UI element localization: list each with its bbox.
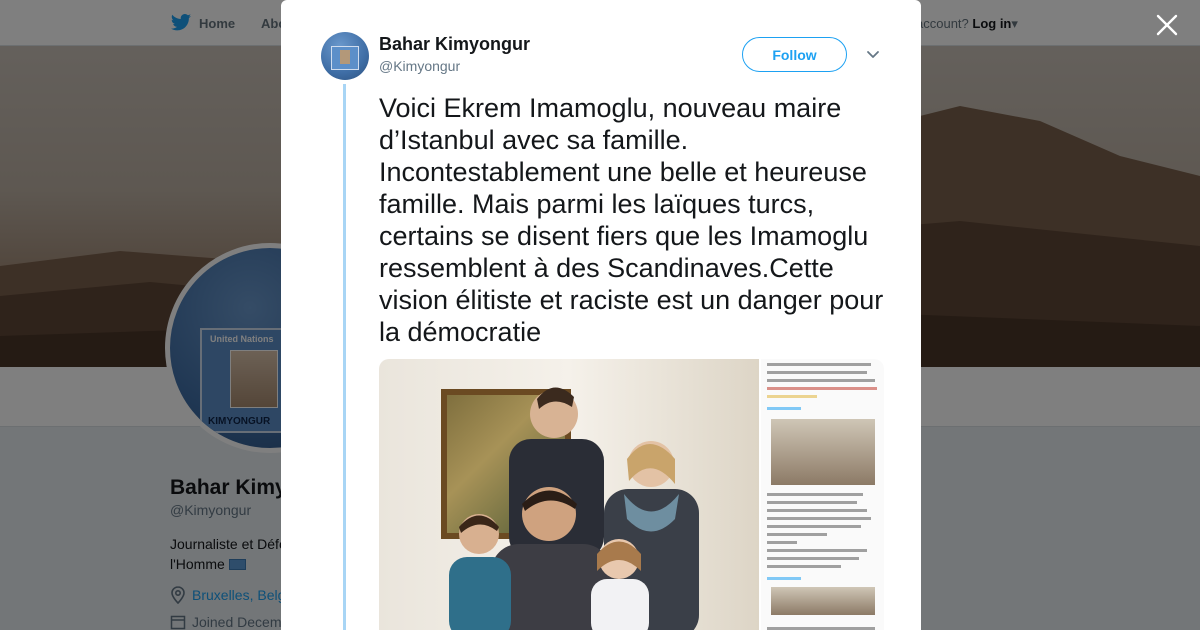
tweet-text: Voici Ekrem Imamoglu, nouveau maire d’Is… [379,93,884,347]
tweet-avatar-card [331,46,359,70]
follow-button[interactable]: Follow [742,37,847,72]
tweet-media[interactable] [379,359,884,630]
chevron-down-icon[interactable] [865,46,881,62]
embedded-screenshot[interactable] [761,359,884,630]
thread-line [343,84,346,630]
screenshot-thumb-2 [771,587,875,615]
close-icon[interactable] [1154,12,1180,38]
tweet-author-handle[interactable]: @Kimyongur [379,58,460,74]
tweet-author-name[interactable]: Bahar Kimyongur [379,34,530,55]
tweet-modal: Bahar Kimyongur @Kimyongur Follow Voici … [281,0,921,630]
tweet-author-avatar[interactable] [321,32,369,80]
family-figures [449,387,699,630]
screenshot-thumb-1 [771,419,875,485]
family-photo[interactable] [379,359,759,630]
